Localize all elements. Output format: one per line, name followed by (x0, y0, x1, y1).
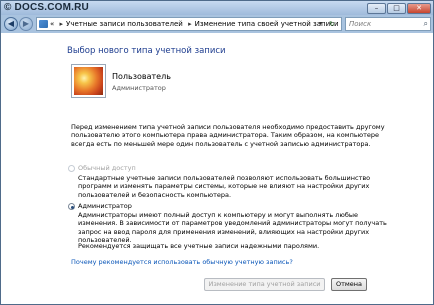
recommendation-text: Рекомендуется защищать все учетные запис… (78, 242, 320, 250)
control-panel-icon (39, 20, 48, 28)
administrator-description: Администраторы имеют полный доступ к ком… (78, 211, 387, 245)
back-arrow-icon[interactable]: ◀ (4, 17, 18, 31)
help-link[interactable]: Почему рекомендуется использовать обычну… (71, 258, 293, 266)
radio-standard-access[interactable] (68, 165, 75, 172)
radio-administrator-label[interactable]: Администратор (78, 202, 132, 210)
avatar (71, 64, 106, 98)
breadcrumb-user-accounts[interactable]: Учетные записи пользователей (66, 20, 183, 28)
maximize-button[interactable]: □ (387, 3, 406, 14)
flower-picture-icon (74, 67, 103, 95)
standard-description: Стандартные учетные записи пользователей… (78, 174, 371, 199)
cancel-button[interactable]: Отмена (331, 278, 367, 291)
user-name: Пользователь (112, 72, 171, 81)
refresh-icon[interactable]: ↻ (329, 18, 339, 30)
search-input[interactable]: Поиск ⌕ (345, 17, 431, 31)
radio-standard-label[interactable]: Обычный доступ (78, 164, 136, 172)
address-bar[interactable]: « ▸ Учетные записи пользователей ▸ Изменен… (36, 17, 342, 31)
radio-administrator[interactable] (68, 203, 75, 210)
change-account-type-button[interactable]: Изменение типа учетной записи (204, 278, 325, 291)
title-bar[interactable]: © DOCS.COM.RU – □ ✕ (1, 1, 433, 15)
search-placeholder: Поиск (349, 20, 372, 28)
user-role: Администратор (112, 84, 166, 92)
search-icon[interactable]: ⌕ (424, 18, 428, 30)
chevron-right-icon[interactable]: ▸ (185, 20, 195, 28)
watermark: © DOCS.COM.RU (4, 2, 89, 13)
minimize-button[interactable]: – (367, 3, 386, 14)
chevron-right-icon[interactable]: ▸ (57, 20, 67, 28)
forward-arrow-icon[interactable]: ▶ (19, 17, 33, 31)
content-pane: Выбор нового типа учетной записи Пользов… (1, 33, 433, 304)
intro-text: Перед изменением типа учетной записи пол… (71, 123, 385, 148)
breadcrumb-current-page[interactable]: Изменение типа своей учетной записи (195, 20, 339, 28)
navigation-bar: ◀ ▶ « ▸ Учетные записи пользователей ▸ Изм… (1, 15, 433, 33)
chevron-down-icon[interactable]: ▾ (319, 18, 327, 30)
window: © DOCS.COM.RU – □ ✕ ◀ ▶ « ▸ Учетные запис… (0, 0, 434, 305)
close-button[interactable]: ✕ (407, 3, 431, 14)
page-title: Выбор нового типа учетной записи (67, 46, 226, 56)
breadcrumb-overflow[interactable]: « (50, 20, 54, 28)
